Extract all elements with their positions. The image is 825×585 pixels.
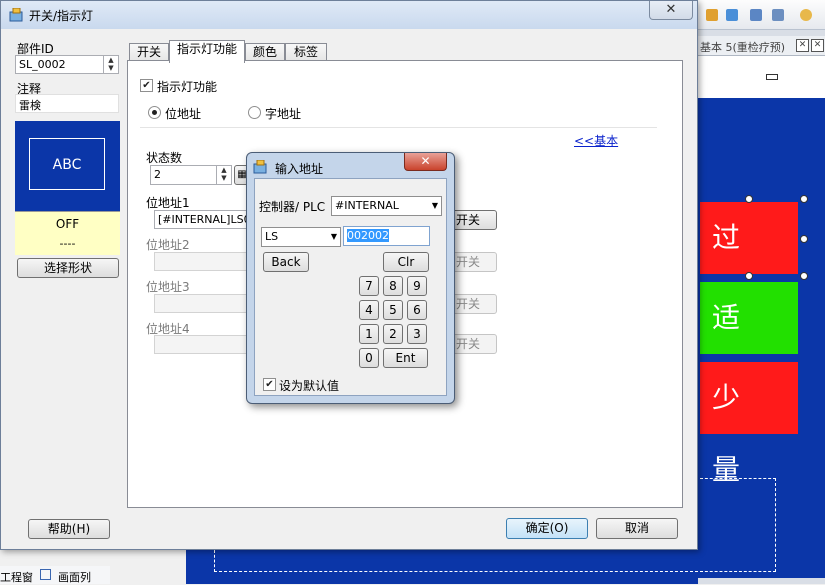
popup-body: 控制器/ PLC #INTERNAL ▼ LS ▼ 002002 Back Cl…	[254, 178, 447, 396]
dialog-titlebar[interactable]: 开关/指示灯 ✕	[1, 1, 697, 29]
preview-state-text: OFF	[55, 217, 80, 231]
resize-handle[interactable]	[800, 195, 808, 203]
bit-address-3-label: 位地址3	[146, 280, 190, 294]
popup-title: 输入地址	[275, 162, 324, 176]
key-5[interactable]: 5	[383, 300, 403, 320]
tab-project-window[interactable]: 工程窗	[0, 569, 33, 585]
resize-handle[interactable]	[800, 272, 808, 280]
enter-button[interactable]: Ent	[383, 348, 428, 368]
part-id-stepper[interactable]: ▲ ▼	[103, 56, 118, 73]
bit-address-3-field[interactable]	[154, 294, 250, 313]
toolbar-icon[interactable]	[800, 9, 812, 21]
device-select[interactable]: LS ▼	[261, 227, 341, 247]
screen-canvas-bottom	[186, 550, 698, 584]
state-count-field[interactable]: 2 ▲ ▼	[150, 165, 232, 185]
close-icon: ✕	[665, 2, 677, 17]
chevron-down-icon: ▼	[431, 201, 438, 210]
bit-address-2-field[interactable]	[154, 252, 250, 271]
comment-field[interactable]: 雷検	[15, 94, 119, 113]
lamp-over[interactable]: 过 量	[700, 202, 798, 326]
toolbar-icon[interactable]	[772, 9, 784, 21]
state-count-stepper[interactable]: ▲ ▼	[216, 166, 231, 184]
select-shape-button[interactable]: 选择形状	[17, 258, 119, 278]
help-button[interactable]: 帮助(H)	[28, 519, 110, 539]
bit-address-2-label: 位地址2	[146, 238, 190, 252]
divider	[140, 127, 657, 128]
preview-state-sub: ----	[59, 237, 76, 250]
controller-select[interactable]: #INTERNAL ▼	[331, 196, 442, 216]
key-1[interactable]: 1	[359, 324, 379, 344]
close-icon[interactable]: ✕	[796, 39, 809, 52]
key-8[interactable]: 8	[383, 276, 403, 296]
controller-label: 控制器/ PLC	[259, 200, 326, 214]
key-0[interactable]: 0	[359, 348, 379, 368]
part-id-field[interactable]: SL_0002 ▲ ▼	[15, 55, 119, 74]
word-address-option-label: 字地址	[265, 107, 302, 121]
bit-address-option-label: 位地址	[165, 107, 202, 121]
app-icon	[253, 160, 267, 174]
ok-button[interactable]: 确定(O)	[506, 518, 588, 539]
bit-address-4-field[interactable]	[154, 335, 250, 354]
tab-screen-list[interactable]: 画面列	[58, 569, 91, 585]
indicator-function-label: 指示灯功能	[157, 80, 218, 94]
address-input-dialog: 输入地址 ✕ 控制器/ PLC #INTERNAL ▼ LS ▼ 002002 …	[246, 152, 455, 404]
app-icon	[9, 8, 23, 22]
key-6[interactable]: 6	[407, 300, 427, 320]
bit-address-radio[interactable]	[148, 106, 161, 119]
resize-handle[interactable]	[800, 235, 808, 243]
toolbar-icon[interactable]	[726, 9, 738, 21]
close-icon: ✕	[420, 154, 431, 168]
tab-indicator-function[interactable]: 指示灯功能	[169, 40, 245, 63]
bit-address-1-label: 位地址1	[146, 196, 190, 210]
state-count-label: 状态数	[146, 151, 183, 165]
screen-canvas-margin	[698, 56, 825, 100]
chevron-down-icon: ▼	[330, 232, 337, 241]
key-3[interactable]: 3	[407, 324, 427, 344]
lamp-ok[interactable]: 适 量	[700, 282, 798, 406]
dialog-title: 开关/指示灯	[29, 9, 94, 23]
word-address-radio[interactable]	[248, 106, 261, 119]
indicator-function-checkbox[interactable]: ✔	[140, 79, 153, 92]
basic-link[interactable]: <<基本	[574, 132, 618, 149]
resize-handle[interactable]	[745, 195, 753, 203]
shape-preview: ABC OFF ----	[15, 121, 120, 255]
screen-tab-label: 基本 5(重检疗预)	[700, 41, 786, 54]
bit-address-1-field[interactable]: [#INTERNAL]LS0	[154, 210, 250, 229]
key-2[interactable]: 2	[383, 324, 403, 344]
toolbar-icon[interactable]	[750, 9, 762, 21]
back-button[interactable]: Back	[263, 252, 309, 272]
key-7[interactable]: 7	[359, 276, 379, 296]
preview-shape: ABC	[29, 138, 105, 190]
key-9[interactable]: 9	[407, 276, 427, 296]
set-default-label: 设为默认值	[279, 379, 340, 393]
resize-handle[interactable]	[745, 272, 753, 280]
popup-close-button[interactable]: ✕	[404, 153, 447, 171]
selection-outline	[700, 478, 776, 572]
lamp-low[interactable]: 少 量	[700, 362, 798, 486]
cancel-button[interactable]: 取消	[596, 518, 678, 539]
clear-button[interactable]: Clr	[383, 252, 429, 272]
address-input[interactable]: 002002	[343, 226, 430, 246]
grid-icon	[40, 569, 51, 580]
toolbar-icon[interactable]	[706, 9, 718, 21]
preview-state: OFF ----	[15, 211, 120, 255]
bottom-panel-tabs: 工程窗 画面列	[0, 566, 110, 584]
close-button[interactable]: ✕	[649, 1, 693, 20]
key-4[interactable]: 4	[359, 300, 379, 320]
minimize-icon[interactable]	[766, 74, 778, 80]
close-icon[interactable]: ✕	[811, 39, 824, 52]
set-default-checkbox[interactable]: ✔	[263, 378, 276, 391]
screen-tab[interactable]: 基本 5(重检疗预) ✕ ✕	[698, 36, 825, 56]
